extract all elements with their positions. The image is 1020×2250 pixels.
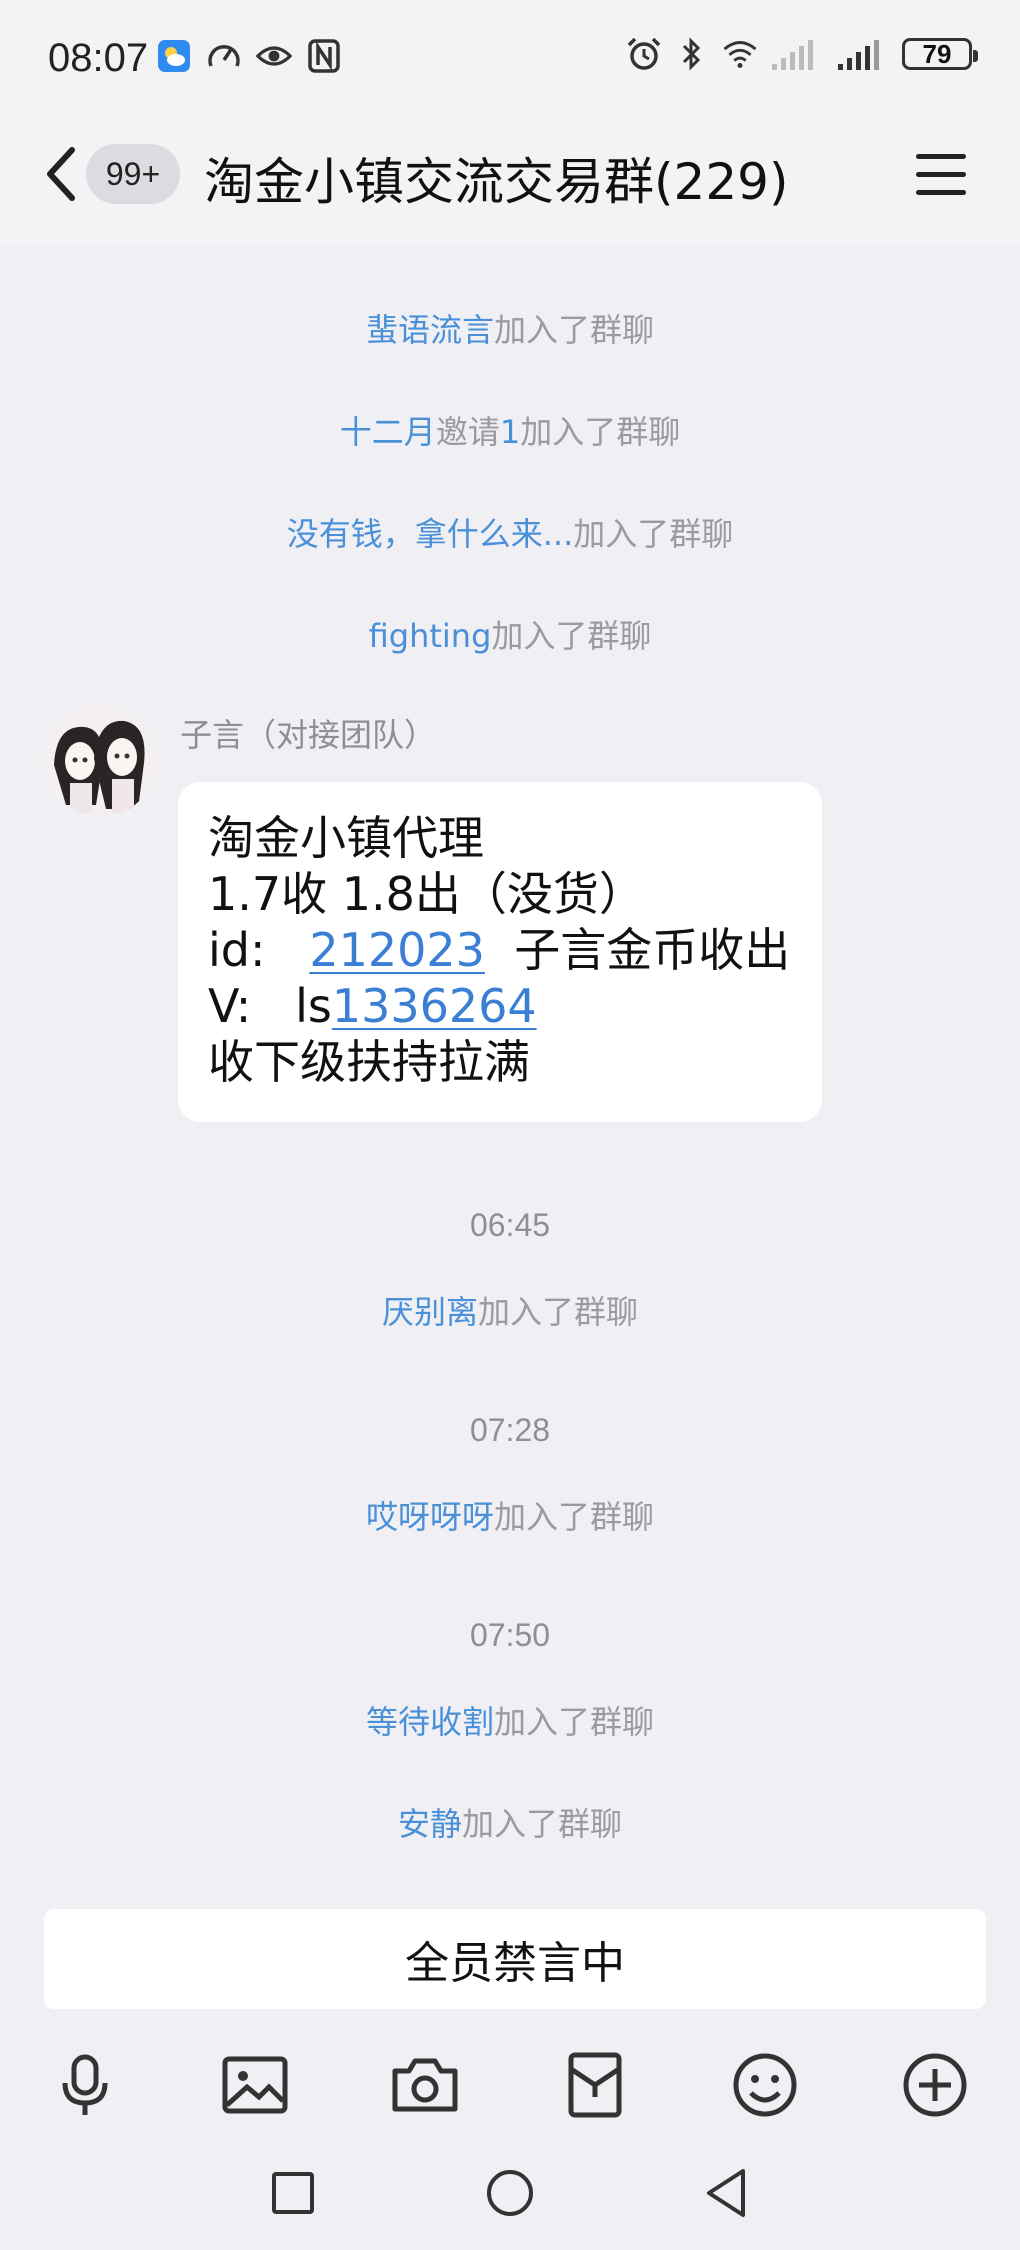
member-name[interactable]: 1 — [500, 413, 520, 451]
back-icon[interactable] — [40, 142, 84, 206]
member-name[interactable]: 安静 — [398, 1805, 462, 1843]
red-packet-icon[interactable] — [559, 2049, 631, 2121]
message-line: 淘金小镇代理 — [208, 811, 484, 865]
member-name[interactable]: 十二月 — [340, 413, 436, 451]
phone-link[interactable]: 1336264 — [332, 979, 537, 1033]
system-nav-bar — [0, 2145, 1020, 2250]
id-link[interactable]: 212023 — [309, 923, 485, 977]
join-notice: 没有钱，拿什么来...加入了群聊 — [286, 515, 734, 553]
back-button[interactable] — [699, 2165, 755, 2221]
status-icons-left — [156, 38, 342, 74]
unread-badge[interactable]: 99+ — [86, 144, 180, 204]
timestamp: 07:50 — [469, 1617, 551, 1653]
member-name[interactable]: 厌别离 — [382, 1293, 478, 1331]
sender-name[interactable]: 子言（对接团队） — [180, 710, 436, 756]
muted-notice: 全员禁言中 — [44, 1909, 986, 2009]
camera-icon[interactable] — [389, 2049, 461, 2121]
member-name[interactable]: 等待收割 — [366, 1703, 494, 1741]
input-area: 全员禁言中 — [0, 1895, 1020, 2025]
timestamp: 06:45 — [469, 1207, 551, 1243]
join-notice: 蜚语流言加入了群聊 — [365, 311, 655, 349]
member-name[interactable]: 没有钱，拿什么来... — [287, 515, 574, 553]
join-notice: 等待收割加入了群聊 — [365, 1703, 655, 1741]
speed-icon — [206, 38, 242, 74]
plus-icon[interactable] — [899, 2049, 971, 2121]
join-notice: 十二月邀请1加入了群聊 — [339, 413, 681, 451]
menu-icon[interactable] — [916, 154, 966, 196]
member-name[interactable]: fighting — [369, 617, 492, 655]
nfc-icon — [306, 38, 342, 74]
status-time: 08:07 — [48, 36, 149, 80]
message-list[interactable]: 蜚语流言加入了群聊 十二月邀请1加入了群聊 没有钱，拿什么来...加入了群聊 f… — [0, 245, 1020, 1895]
join-notice: 厌别离加入了群聊 — [381, 1293, 639, 1331]
weather-icon — [156, 38, 192, 74]
recents-button[interactable] — [265, 2165, 321, 2221]
battery-icon: 79 — [902, 38, 978, 70]
bluetooth-icon — [674, 36, 710, 72]
status-bar: 08:07 79 — [0, 0, 1020, 120]
join-notice: fighting加入了群聊 — [368, 617, 652, 655]
message-line: 收下级扶持拉满 — [208, 1035, 530, 1089]
message-line: V: ls1336264 — [208, 979, 537, 1033]
chat-header: 99+ 淘金小镇交流交易群(229) — [0, 120, 1020, 245]
message-line: id: 212023 子言金币收出 — [208, 923, 791, 977]
emoji-icon[interactable] — [729, 2049, 801, 2121]
avatar[interactable] — [44, 705, 156, 817]
chat-toolbar — [0, 2025, 1020, 2145]
home-button[interactable] — [482, 2165, 538, 2221]
image-icon[interactable] — [219, 2049, 291, 2121]
timestamp: 07:28 — [469, 1412, 551, 1448]
alarm-icon — [626, 36, 662, 72]
chat-title: 淘金小镇交流交易群(229) — [204, 153, 789, 211]
signal-icon — [770, 36, 824, 72]
eye-icon — [256, 38, 292, 74]
signal-icon — [836, 36, 890, 72]
member-name[interactable]: 蜚语流言 — [366, 311, 494, 349]
member-name[interactable]: 哎呀呀呀 — [366, 1498, 494, 1536]
status-icons-right: 79 — [626, 36, 978, 72]
microphone-icon[interactable] — [49, 2049, 121, 2121]
wifi-icon — [722, 36, 758, 72]
join-notice: 哎呀呀呀加入了群聊 — [365, 1498, 655, 1536]
message-bubble[interactable]: 淘金小镇代理 1.7收 1.8出（没货） id: 212023 子言金币收出 V… — [178, 782, 822, 1122]
join-notice: 安静加入了群聊 — [397, 1805, 623, 1843]
message-line: 1.7收 1.8出（没货） — [208, 867, 645, 921]
